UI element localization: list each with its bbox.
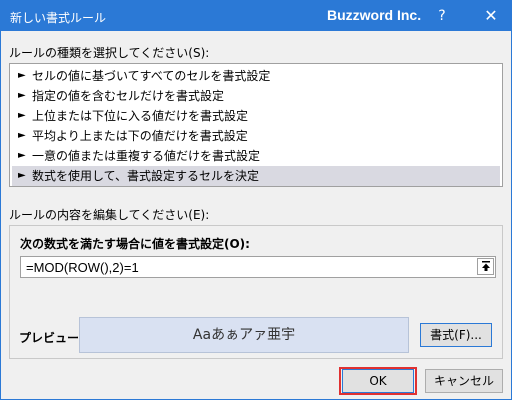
rule-type-item-label: 平均より上または下の値だけを書式設定 xyxy=(32,129,248,143)
ok-button[interactable]: OK xyxy=(342,369,414,393)
rule-type-item-label: 上位または下位に入る値だけを書式設定 xyxy=(32,109,249,123)
formula-input[interactable]: =MOD(ROW(),2)=1 xyxy=(20,256,496,278)
rule-type-item[interactable]: ► 一意の値または重複する値だけを書式設定 xyxy=(12,146,500,166)
preview-box: Aaあぁアァ亜宇 xyxy=(79,317,409,353)
title-bar: 新しい書式ルール Buzzword Inc. ? ✕ xyxy=(1,1,511,31)
rule-type-label: ルールの種類を選択してください(S): xyxy=(9,46,210,60)
arrow-icon: ► xyxy=(18,90,26,101)
new-format-rule-dialog: 新しい書式ルール Buzzword Inc. ? ✕ ルールの種類を選択してくだ… xyxy=(0,0,512,400)
upload-arrow-icon xyxy=(482,261,490,271)
formula-value: =MOD(ROW(),2)=1 xyxy=(26,260,139,275)
brand-label: Buzzword Inc. xyxy=(327,7,422,23)
arrow-icon: ► xyxy=(18,150,26,161)
format-button[interactable]: 書式(F)... xyxy=(420,323,492,347)
arrow-icon: ► xyxy=(18,130,26,141)
rule-type-item-label: 指定の値を含むセルだけを書式設定 xyxy=(32,89,225,103)
rule-type-item-label: 一意の値または重複する値だけを書式設定 xyxy=(32,149,261,163)
rule-type-item-selected[interactable]: ► 数式を使用して、書式設定するセルを決定 xyxy=(12,166,500,186)
rule-type-item[interactable]: ► 平均より上または下の値だけを書式設定 xyxy=(12,126,500,146)
rule-type-item-label: 数式を使用して、書式設定するセルを決定 xyxy=(32,169,260,183)
window-title: 新しい書式ルール xyxy=(10,11,107,25)
collapse-dialog-button[interactable] xyxy=(477,258,494,275)
rule-type-list[interactable]: ► セルの値に基づいてすべてのセルを書式設定 ► 指定の値を含むセルだけを書式設… xyxy=(9,63,503,187)
help-button[interactable]: ? xyxy=(433,7,451,25)
preview-label: プレビュー: xyxy=(19,331,84,345)
arrow-icon: ► xyxy=(18,110,26,121)
close-button[interactable]: ✕ xyxy=(482,7,500,25)
arrow-icon: ► xyxy=(18,170,26,181)
cancel-button[interactable]: キャンセル xyxy=(425,369,503,393)
rule-type-item[interactable]: ► セルの値に基づいてすべてのセルを書式設定 xyxy=(12,66,500,86)
arrow-icon: ► xyxy=(18,70,26,81)
rule-type-item-label: セルの値に基づいてすべてのセルを書式設定 xyxy=(32,69,271,83)
rule-type-item[interactable]: ► 上位または下位に入る値だけを書式設定 xyxy=(12,106,500,126)
rule-desc-label: ルールの内容を編集してください(E): xyxy=(9,208,210,222)
rule-type-item[interactable]: ► 指定の値を含むセルだけを書式設定 xyxy=(12,86,500,106)
formula-label: 次の数式を満たす場合に値を書式設定(O): xyxy=(20,237,250,251)
